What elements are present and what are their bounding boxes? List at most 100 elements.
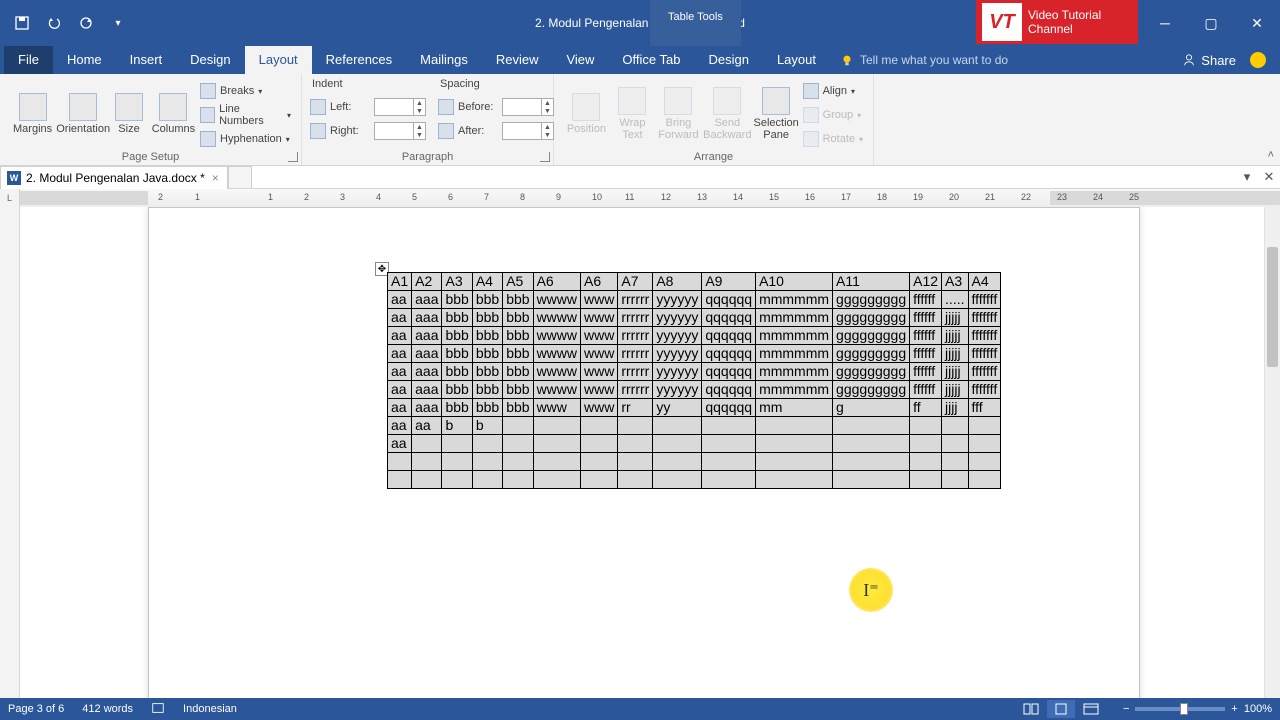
table-cell[interactable]: wwww — [533, 381, 580, 399]
table-cell[interactable]: aa — [388, 417, 412, 435]
maximize-button[interactable]: ▢ — [1188, 0, 1234, 46]
table-cell[interactable]: aa — [388, 291, 412, 309]
close-all-button[interactable]: ✕ — [1258, 166, 1280, 188]
tab-references[interactable]: References — [312, 46, 406, 74]
table-cell[interactable]: www — [581, 399, 618, 417]
table-cell[interactable]: bbb — [503, 399, 533, 417]
orientation-button[interactable]: Orientation — [57, 78, 109, 150]
table-cell[interactable] — [942, 471, 968, 489]
tab-office-tab[interactable]: Office Tab — [608, 46, 694, 74]
tab-layout[interactable]: Layout — [245, 46, 312, 74]
table-header-cell[interactable]: A11 — [833, 273, 910, 291]
table-cell[interactable]: bbb — [472, 381, 502, 399]
table-cell[interactable] — [833, 417, 910, 435]
share-button[interactable]: Share — [1182, 53, 1236, 68]
table-cell[interactable] — [910, 417, 942, 435]
table-cell[interactable]: bbb — [442, 309, 472, 327]
table-cell[interactable]: aa — [388, 381, 412, 399]
table-cell[interactable]: qqqqqq — [702, 399, 756, 417]
table-cell[interactable]: ff — [910, 399, 942, 417]
table-cell[interactable]: mm — [756, 399, 833, 417]
document-table[interactable]: A1A2A3A4A5A6A6A7A8A9A10A11A12A3A4aaaaabb… — [387, 272, 1001, 489]
table-cell[interactable]: bbb — [503, 345, 533, 363]
table-cell[interactable]: rrrrrr — [618, 363, 653, 381]
table-cell[interactable]: ggggggggg — [833, 309, 910, 327]
table-cell[interactable]: g — [833, 399, 910, 417]
table-cell[interactable]: bbb — [442, 345, 472, 363]
table-cell[interactable]: ggggggggg — [833, 345, 910, 363]
table-header-cell[interactable]: A2 — [412, 273, 442, 291]
tab-list-dropdown[interactable]: ▾ — [1236, 166, 1258, 188]
table-cell[interactable]: aaa — [412, 327, 442, 345]
table-cell[interactable]: www — [581, 345, 618, 363]
table-cell[interactable]: rr — [618, 399, 653, 417]
tab-review[interactable]: Review — [482, 46, 553, 74]
table-cell[interactable]: wwww — [533, 363, 580, 381]
spell-check-icon[interactable] — [151, 701, 165, 718]
table-cell[interactable]: yyyyyy — [653, 345, 702, 363]
table-cell[interactable]: jjjjj — [942, 309, 968, 327]
table-cell[interactable]: mmmmmm — [756, 381, 833, 399]
table-cell[interactable]: fffffff — [968, 363, 1001, 381]
table-header-cell[interactable]: A6 — [581, 273, 618, 291]
table-cell[interactable] — [702, 435, 756, 453]
table-cell[interactable] — [968, 435, 1001, 453]
table-cell[interactable]: www — [581, 381, 618, 399]
language-indicator[interactable]: Indonesian — [183, 703, 237, 715]
selection-pane-button[interactable]: SelectionPane — [752, 78, 801, 150]
align-button[interactable]: Align▾ — [801, 80, 865, 102]
table-cell[interactable]: mmmmmm — [756, 327, 833, 345]
table-cell[interactable]: ffffff — [910, 291, 942, 309]
feedback-icon[interactable] — [1250, 52, 1266, 68]
table-cell[interactable]: ffffff — [910, 381, 942, 399]
table-cell[interactable]: bbb — [442, 399, 472, 417]
table-cell[interactable]: qqqqqq — [702, 327, 756, 345]
table-header-cell[interactable]: A7 — [618, 273, 653, 291]
table-header-cell[interactable]: A9 — [702, 273, 756, 291]
table-cell[interactable] — [503, 435, 533, 453]
table-cell[interactable]: rrrrrr — [618, 291, 653, 309]
table-cell[interactable]: www — [533, 399, 580, 417]
table-cell[interactable]: wwww — [533, 345, 580, 363]
table-cell[interactable] — [756, 471, 833, 489]
spacing-after[interactable]: After:▲▼ — [438, 120, 554, 142]
size-button[interactable]: Size — [109, 78, 149, 150]
table-cell[interactable] — [653, 435, 702, 453]
word-count[interactable]: 412 words — [82, 703, 133, 715]
tab-table-design[interactable]: Design — [694, 46, 762, 74]
tab-file[interactable]: File — [4, 46, 53, 74]
table-cell[interactable] — [581, 453, 618, 471]
document-tab[interactable]: W 2. Modul Pengenalan Java.docx * × — [0, 166, 228, 189]
margins-button[interactable]: Margins — [8, 78, 57, 150]
table-cell[interactable]: wwww — [533, 309, 580, 327]
tab-mailings[interactable]: Mailings — [406, 46, 482, 74]
tab-table-layout[interactable]: Layout — [763, 46, 830, 74]
table-cell[interactable]: fffffff — [968, 327, 1001, 345]
table-cell[interactable]: mmmmmm — [756, 309, 833, 327]
table-cell[interactable]: aa — [388, 327, 412, 345]
table-cell[interactable]: ggggggggg — [833, 291, 910, 309]
table-cell[interactable]: ggggggggg — [833, 381, 910, 399]
table-cell[interactable] — [618, 417, 653, 435]
vertical-scrollbar[interactable] — [1264, 207, 1280, 698]
table-cell[interactable] — [412, 435, 442, 453]
table-cell[interactable]: yyyyyy — [653, 309, 702, 327]
table-header-cell[interactable]: A3 — [942, 273, 968, 291]
table-cell[interactable]: aa — [388, 363, 412, 381]
table-cell[interactable] — [581, 471, 618, 489]
table-cell[interactable]: bbb — [472, 399, 502, 417]
table-cell[interactable]: yyyyyy — [653, 327, 702, 345]
table-cell[interactable]: aa — [388, 345, 412, 363]
indent-left[interactable]: Left:▲▼ — [310, 96, 426, 118]
table-cell[interactable] — [833, 453, 910, 471]
table-cell[interactable] — [533, 471, 580, 489]
table-cell[interactable] — [442, 471, 472, 489]
table-cell[interactable] — [910, 471, 942, 489]
table-cell[interactable]: fffffff — [968, 291, 1001, 309]
table-cell[interactable] — [653, 417, 702, 435]
table-cell[interactable]: ffffff — [910, 327, 942, 345]
table-cell[interactable]: jjjjj — [942, 327, 968, 345]
undo-icon[interactable] — [40, 9, 68, 37]
horizontal-ruler[interactable]: L 21123456789101112131415161718192021222… — [0, 189, 1280, 207]
table-cell[interactable] — [533, 453, 580, 471]
